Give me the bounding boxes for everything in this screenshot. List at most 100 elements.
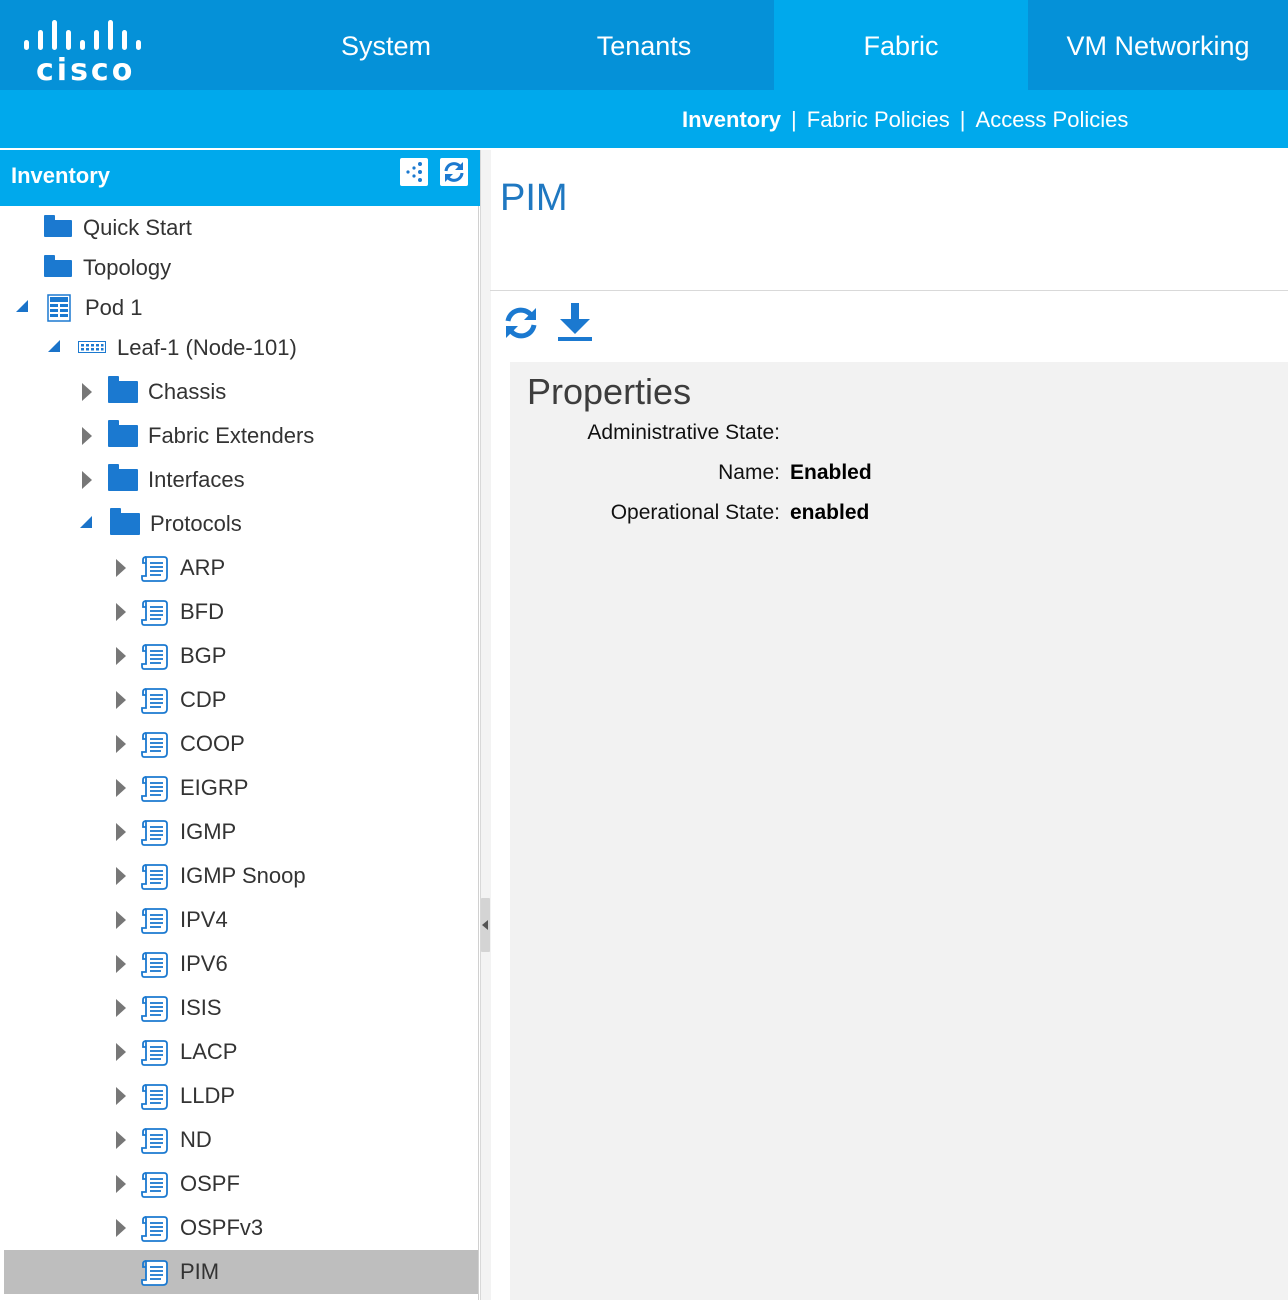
subnav-access-policies[interactable]: Access Policies: [976, 107, 1129, 132]
administrative-state-label: Administrative State:: [587, 421, 780, 444]
collapsed-caret-icon[interactable]: [82, 471, 92, 489]
tree-item-interfaces[interactable]: Interfaces: [4, 458, 478, 502]
collapsed-caret-icon[interactable]: [116, 647, 126, 665]
tree-item-label: Leaf-1 (Node-101): [117, 335, 297, 360]
tree-item-leaf-1[interactable]: Leaf-1 (Node-101): [4, 328, 478, 368]
sub-nav-bar: Inventory | Fabric Policies | Access Policie…: [0, 90, 1288, 148]
scroll-icon: [140, 863, 170, 897]
collapsed-caret-icon[interactable]: [116, 735, 126, 753]
expanded-caret-icon[interactable]: [16, 300, 28, 312]
tree-item-pod-1[interactable]: Pod 1: [4, 288, 478, 328]
folder-icon: [108, 420, 138, 447]
tree-item-label: BFD: [180, 599, 224, 624]
collapsed-caret-icon[interactable]: [116, 1043, 126, 1061]
collapsed-caret-icon[interactable]: [116, 1219, 126, 1237]
tree-item-label: EIGRP: [180, 775, 249, 800]
pod-icon: [47, 294, 71, 322]
tree-item-lacp[interactable]: LACP: [4, 1030, 478, 1074]
expanded-caret-icon[interactable]: [80, 516, 92, 528]
collapsed-caret-icon[interactable]: [82, 383, 92, 401]
collapsed-caret-icon[interactable]: [116, 911, 126, 929]
tree-item-ipv4[interactable]: IPV4: [4, 898, 478, 942]
folder-icon: [44, 255, 72, 277]
collapsed-caret-icon[interactable]: [116, 691, 126, 709]
properties-panel: Properties Administrative State: Name: E…: [510, 362, 1288, 1300]
collapsed-caret-icon[interactable]: [116, 779, 126, 797]
collapsed-caret-icon[interactable]: [82, 427, 92, 445]
scroll-icon: [140, 1171, 170, 1205]
name-label: Name:: [718, 461, 780, 484]
scroll-icon: [140, 1127, 170, 1161]
scroll-icon: [140, 687, 170, 721]
tree-item-cdp[interactable]: CDP: [4, 678, 478, 722]
tree-item-eigrp[interactable]: EIGRP: [4, 766, 478, 810]
collapse-arrow-icon[interactable]: [482, 920, 488, 930]
collapsed-caret-icon[interactable]: [116, 867, 126, 885]
folder-icon: [110, 508, 140, 535]
tree-item-label: IPV4: [180, 907, 228, 932]
scroll-icon: [140, 643, 170, 677]
tree-item-lldp[interactable]: LLDP: [4, 1074, 478, 1118]
tree-item-protocols[interactable]: Protocols: [4, 502, 478, 546]
download-button[interactable]: [556, 302, 594, 347]
download-icon: [558, 303, 592, 341]
collapsed-caret-icon[interactable]: [116, 955, 126, 973]
tab-system[interactable]: System: [258, 0, 514, 90]
scroll-icon: [140, 907, 170, 941]
scroll-icon: [140, 1083, 170, 1117]
collapsed-caret-icon[interactable]: [116, 999, 126, 1017]
collapsed-caret-icon[interactable]: [116, 559, 126, 577]
tree-item-nd[interactable]: ND: [4, 1118, 478, 1162]
tree-item-label: Interfaces: [148, 467, 245, 492]
tree-item-arp[interactable]: ARP: [4, 546, 478, 590]
topology-view-button[interactable]: [400, 158, 428, 186]
tree-item-pim[interactable]: PIM: [4, 1250, 478, 1294]
tree-item-ospf[interactable]: OSPF: [4, 1162, 478, 1206]
folder-icon: [108, 464, 138, 491]
tab-tenants[interactable]: Tenants: [514, 0, 774, 90]
tree-item-label: BGP: [180, 643, 227, 668]
collapsed-caret-icon[interactable]: [116, 823, 126, 841]
tab-fabric[interactable]: Fabric: [774, 0, 1028, 90]
tree-item-isis[interactable]: ISIS: [4, 986, 478, 1030]
sidebar-title: Inventory: [11, 163, 111, 188]
tree-item-ipv6[interactable]: IPV6: [4, 942, 478, 986]
tree-item-igmp-snoop[interactable]: IGMP Snoop: [4, 854, 478, 898]
title-divider: [490, 290, 1288, 291]
tree-item-label: CDP: [180, 687, 227, 712]
collapsed-caret-icon[interactable]: [116, 1175, 126, 1193]
sub-nav: Inventory | Fabric Policies | Access Policie…: [682, 90, 1128, 148]
properties-heading: Properties: [527, 371, 692, 412]
tree-item-bfd[interactable]: BFD: [4, 590, 478, 634]
scroll-icon: [140, 951, 170, 985]
operational-state-value: enabled: [790, 501, 870, 524]
tree-item-fabric-extenders[interactable]: Fabric Extenders: [4, 414, 478, 458]
tab-vm-networking[interactable]: VM Networking: [1028, 0, 1288, 90]
scroll-icon: [140, 731, 170, 765]
collapsed-caret-icon[interactable]: [116, 603, 126, 621]
cisco-logo[interactable]: cisco: [0, 0, 180, 90]
tree-item-igmp[interactable]: IGMP: [4, 810, 478, 854]
collapsed-caret-icon[interactable]: [116, 1087, 126, 1105]
tree-item-label: OSPF: [180, 1171, 240, 1196]
tree-item-bgp[interactable]: BGP: [4, 634, 478, 678]
subnav-inventory[interactable]: Inventory: [682, 107, 781, 132]
refresh-button[interactable]: [502, 304, 540, 347]
sidebar-refresh-button[interactable]: [440, 158, 468, 186]
tree-item-label: COOP: [180, 731, 245, 756]
subnav-fabric-policies[interactable]: Fabric Policies: [807, 107, 950, 132]
scroll-icon: [140, 1039, 170, 1073]
top-nav-bar: cisco System Tenants Fabric VM Networkin…: [0, 0, 1288, 90]
tree-item-quick-start[interactable]: Quick Start: [4, 208, 478, 248]
collapsed-caret-icon[interactable]: [116, 1131, 126, 1149]
panel-splitter[interactable]: [480, 150, 491, 1300]
expanded-caret-icon[interactable]: [48, 340, 60, 352]
tree-item-topology[interactable]: Topology: [4, 248, 478, 288]
inventory-tree[interactable]: Quick Start Topology Pod 1 Leaf-1 (Node-…: [4, 206, 479, 1300]
scroll-icon: [140, 1259, 170, 1293]
page-title: PIM: [500, 177, 568, 219]
tree-item-coop[interactable]: COOP: [4, 722, 478, 766]
tree-item-chassis[interactable]: Chassis: [4, 370, 478, 414]
scroll-icon: [140, 995, 170, 1029]
tree-item-ospfv3[interactable]: OSPFv3: [4, 1206, 478, 1250]
